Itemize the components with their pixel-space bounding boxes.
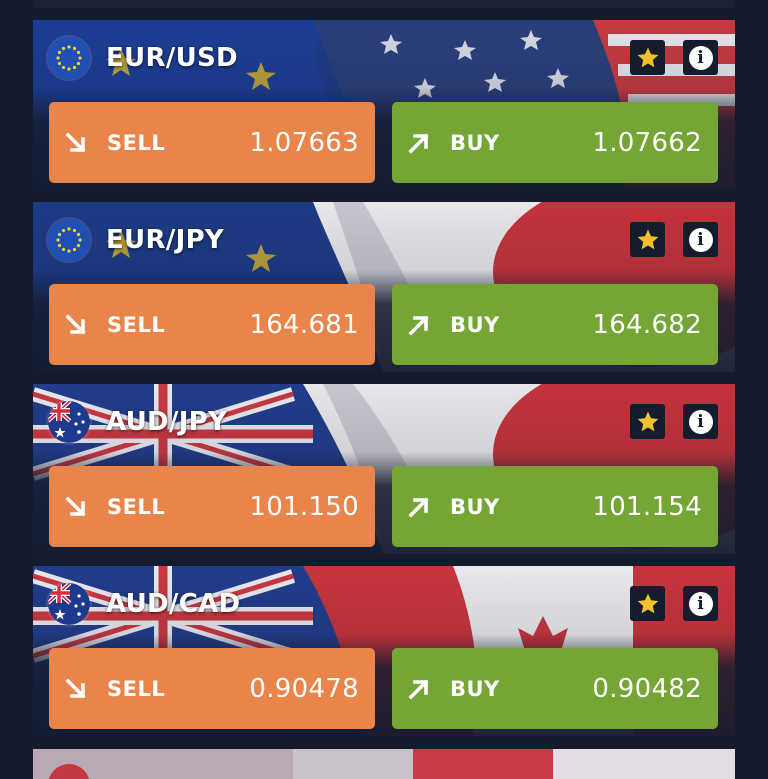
star-icon bbox=[636, 46, 660, 70]
buy-price: 1.07662 bbox=[592, 127, 702, 158]
arrow-up-right-icon bbox=[406, 494, 432, 520]
info-icon: i bbox=[688, 45, 713, 70]
au-flag-icon bbox=[48, 583, 90, 625]
sell-button[interactable]: SELL 0.90478 bbox=[49, 648, 375, 729]
pair-name: AUD/CAD bbox=[106, 589, 241, 619]
favorite-button[interactable] bbox=[630, 222, 665, 257]
sell-label: SELL bbox=[107, 130, 166, 155]
buy-button[interactable]: BUY 0.90482 bbox=[392, 648, 718, 729]
next-instrument-card-partial[interactable] bbox=[33, 749, 735, 779]
buy-label: BUY bbox=[450, 130, 500, 155]
buy-label: BUY bbox=[450, 494, 500, 519]
buy-price: 101.154 bbox=[592, 491, 702, 522]
info-button[interactable]: i bbox=[683, 404, 718, 439]
arrow-up-right-icon bbox=[406, 676, 432, 702]
sell-price: 1.07663 bbox=[249, 127, 359, 158]
arrow-down-right-icon bbox=[63, 312, 89, 338]
instrument-card-eur-jpy[interactable]: EUR/JPY i SELL 164.681 BUY 164.682 bbox=[33, 202, 735, 372]
star-icon bbox=[636, 592, 660, 616]
arrow-up-right-icon bbox=[406, 312, 432, 338]
au-flag-icon bbox=[48, 401, 90, 443]
arrow-down-right-icon bbox=[63, 494, 89, 520]
next-card-flag-banner bbox=[33, 749, 735, 779]
pair-name: EUR/JPY bbox=[106, 225, 225, 255]
sell-price: 164.681 bbox=[249, 309, 359, 340]
sell-button[interactable]: SELL 1.07663 bbox=[49, 102, 375, 183]
eu-flag-icon bbox=[48, 219, 90, 261]
instrument-card-aud-jpy[interactable]: AUD/JPY i SELL 101.150 BUY 101.154 bbox=[33, 384, 735, 554]
arrow-up-right-icon bbox=[406, 130, 432, 156]
sell-button[interactable]: SELL 101.150 bbox=[49, 466, 375, 547]
info-button[interactable]: i bbox=[683, 40, 718, 75]
info-icon: i bbox=[688, 227, 713, 252]
previous-card-edge bbox=[33, 0, 735, 8]
instrument-card-eur-usd[interactable]: EUR/USD i SELL 1.07663 BUY 1.07662 bbox=[33, 20, 735, 190]
sell-label: SELL bbox=[107, 676, 166, 701]
sell-price: 0.90478 bbox=[249, 673, 359, 704]
star-icon bbox=[636, 410, 660, 434]
sell-button[interactable]: SELL 164.681 bbox=[49, 284, 375, 365]
buy-button[interactable]: BUY 101.154 bbox=[392, 466, 718, 547]
buy-button[interactable]: BUY 1.07662 bbox=[392, 102, 718, 183]
sell-label: SELL bbox=[107, 494, 166, 519]
buy-price: 164.682 bbox=[592, 309, 702, 340]
buy-button[interactable]: BUY 164.682 bbox=[392, 284, 718, 365]
buy-label: BUY bbox=[450, 312, 500, 337]
eu-flag-icon bbox=[48, 37, 90, 79]
arrow-down-right-icon bbox=[63, 676, 89, 702]
arrow-down-right-icon bbox=[63, 130, 89, 156]
instrument-card-aud-cad[interactable]: AUD/CAD i SELL 0.90478 BUY 0.90482 bbox=[33, 566, 735, 736]
info-icon: i bbox=[688, 591, 713, 616]
buy-price: 0.90482 bbox=[592, 673, 702, 704]
favorite-button[interactable] bbox=[630, 586, 665, 621]
sell-price: 101.150 bbox=[249, 491, 359, 522]
info-icon: i bbox=[688, 409, 713, 434]
info-button[interactable]: i bbox=[683, 222, 718, 257]
info-button[interactable]: i bbox=[683, 586, 718, 621]
pair-name: AUD/JPY bbox=[106, 407, 228, 437]
star-icon bbox=[636, 228, 660, 252]
pair-name: EUR/USD bbox=[106, 43, 238, 73]
buy-label: BUY bbox=[450, 676, 500, 701]
sell-label: SELL bbox=[107, 312, 166, 337]
favorite-button[interactable] bbox=[630, 404, 665, 439]
favorite-button[interactable] bbox=[630, 40, 665, 75]
